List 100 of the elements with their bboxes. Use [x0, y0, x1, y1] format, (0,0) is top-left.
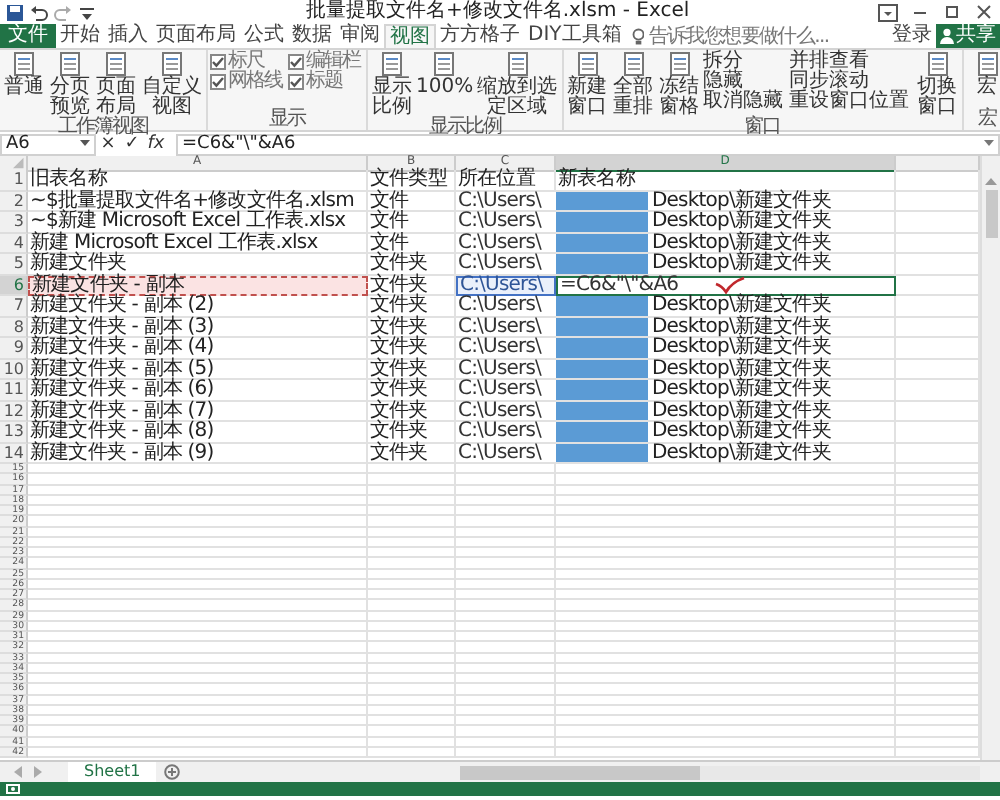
cell-text: Desktop\新建文件夹	[650, 422, 831, 441]
name-box[interactable]: A6	[0, 133, 96, 155]
table-cell: 新建文件夹 - 副本 (2)	[28, 296, 368, 317]
ribbon-tab[interactable]: 开始	[56, 24, 104, 48]
insert-function-button[interactable]: fx	[144, 133, 168, 155]
table-cell: 文件夹	[368, 296, 456, 317]
cell-text: C:\Users\	[456, 380, 544, 399]
table-cell: 文件夹	[368, 338, 456, 359]
ribbon-tab[interactable]: 方方格子	[436, 24, 524, 48]
sheet-tab[interactable]: Sheet1	[68, 761, 157, 783]
cell-text: C:\Users\	[456, 233, 544, 252]
undo-icon[interactable]	[30, 3, 48, 21]
cell-text: Desktop\新建文件夹	[650, 380, 831, 399]
ribbon-tab[interactable]: 页面布局	[152, 24, 240, 48]
scrollbar-thumb[interactable]	[460, 765, 700, 779]
ribbon-button[interactable]: 缩放到选定区域	[475, 50, 560, 118]
row-header[interactable]: 3	[0, 212, 28, 233]
vertical-scrollbar[interactable]	[980, 156, 1000, 760]
row-header[interactable]: 5	[0, 254, 28, 275]
checkbox[interactable]	[288, 74, 304, 90]
macro-record-icon[interactable]	[6, 784, 20, 794]
ribbon-tab[interactable]: DIY工具箱	[524, 24, 626, 48]
table-cell: 文件夹	[368, 422, 456, 443]
cell-text: Desktop\新建文件夹	[650, 359, 831, 378]
ribbon-tab[interactable]: 公式	[240, 24, 288, 48]
row-header[interactable]: 13	[0, 422, 28, 443]
cell-text: C:\Users\	[456, 254, 544, 273]
row-header[interactable]: 8	[0, 317, 28, 338]
row-header[interactable]: 1	[0, 170, 28, 191]
search-field[interactable]: 告诉我您想要做什么...	[648, 24, 888, 48]
row-header[interactable]: 9	[0, 338, 28, 359]
ribbon-button[interactable]: 100%	[416, 50, 474, 118]
table-cell: ~$批量提取文件名+修改文件名.xlsm	[28, 191, 368, 212]
table-cell: 文件夹	[368, 380, 456, 401]
cell-text: Desktop\新建文件夹	[650, 443, 831, 462]
row-header[interactable]: 14	[0, 443, 28, 464]
table-cell: 新建文件夹 - 副本 (3)	[28, 317, 368, 338]
table-cell: 文件	[368, 233, 456, 254]
ribbon-button[interactable]: 并排查看	[789, 52, 910, 72]
table-cell: 新建文件夹 - 副本 (8)	[28, 422, 368, 443]
share-button[interactable]: 共享	[936, 24, 1000, 48]
cell-text: C:\Users\	[456, 317, 544, 336]
person-icon	[940, 28, 954, 44]
table-cell: 文件夹	[368, 443, 456, 464]
ribbon-button[interactable]: 冻结窗格	[657, 50, 702, 118]
row-header[interactable]: 6	[0, 275, 28, 296]
ribbon-button[interactable]: 取消隐藏	[703, 92, 784, 112]
scrollbar-thumb[interactable]	[985, 190, 997, 238]
ribbon-options-icon[interactable]	[878, 3, 898, 21]
cell-text: C:\Users\	[456, 422, 544, 441]
table-cell: 新建文件夹 - 副本 (6)	[28, 380, 368, 401]
maximize-icon[interactable]	[942, 3, 962, 21]
ribbon-button[interactable]: 页面布局	[94, 50, 138, 118]
sign-in-link[interactable]: 登录	[888, 24, 936, 48]
row-header[interactable]: 12	[0, 401, 28, 422]
ribbon-button[interactable]: 隐藏	[703, 72, 784, 92]
group-label: 显示	[267, 110, 308, 130]
ribbon-tab[interactable]: 视图	[384, 24, 436, 48]
checkbox[interactable]	[210, 54, 226, 70]
enter-button[interactable]: ✓	[120, 133, 144, 155]
table-cell: 文件类型	[368, 170, 456, 191]
checkbox-label: 标题	[306, 72, 342, 92]
checkbox-label: 网格线	[228, 72, 282, 92]
ribbon-button[interactable]: 宏	[965, 50, 1000, 110]
ribbon-button[interactable]: 分页预览	[48, 50, 92, 118]
ribbon-button[interactable]: 重设窗口位置	[789, 92, 910, 112]
table-cell: 文件	[368, 191, 456, 212]
ribbon-button[interactable]: 显示比例	[370, 50, 414, 118]
ribbon-button[interactable]: 新建窗口	[565, 50, 610, 118]
ribbon-tab[interactable]: 审阅	[336, 24, 384, 48]
cell-text: Desktop\新建文件夹	[650, 233, 831, 252]
row-header[interactable]: 11	[0, 380, 28, 401]
add-sheet-icon[interactable]	[164, 764, 181, 780]
cancel-button[interactable]: ×	[96, 133, 120, 155]
ribbon-tab[interactable]: 插入	[104, 24, 152, 48]
horizontal-scrollbar[interactable]	[460, 765, 980, 779]
row-header[interactable]: 7	[0, 296, 28, 317]
ribbon-button[interactable]: 同步滚动	[789, 72, 910, 92]
save-icon[interactable]	[6, 3, 24, 21]
ribbon-button[interactable]: 切换窗口	[915, 50, 960, 118]
row-header[interactable]: 4	[0, 233, 28, 254]
caret-icon	[80, 140, 90, 148]
ribbon-button[interactable]: 全部重排	[611, 50, 656, 118]
table-cell: 新建文件夹 - 副本 (9)	[28, 443, 368, 464]
customize-icon[interactable]	[78, 3, 96, 21]
formula-field[interactable]: =C6&"\"&A6	[176, 133, 1000, 155]
checkbox[interactable]	[210, 74, 226, 90]
ribbon-button[interactable]: 自定义视图	[140, 50, 204, 118]
row-header[interactable]: 2	[0, 191, 28, 212]
table-cell: 文件夹	[368, 401, 456, 422]
ribbon-tab[interactable]: 数据	[288, 24, 336, 48]
file-tab[interactable]: 文件	[0, 24, 56, 48]
expand-icon[interactable]	[984, 140, 994, 148]
table-cell: 所在位置	[456, 170, 556, 191]
checkbox[interactable]	[288, 54, 304, 70]
row-header[interactable]: 10	[0, 359, 28, 380]
ribbon-button[interactable]: 拆分	[703, 52, 784, 72]
table-cell: 文件夹	[368, 359, 456, 380]
close-icon[interactable]	[974, 3, 994, 21]
ribbon-button[interactable]: 普通	[2, 50, 46, 118]
